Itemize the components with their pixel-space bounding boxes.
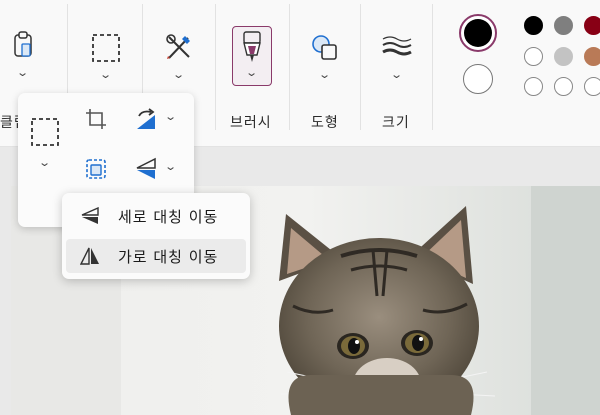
resize-icon xyxy=(86,159,106,179)
group-label-brushes: 브러시 xyxy=(230,115,272,131)
chevron-down-icon: ⌄ xyxy=(164,160,178,173)
menu-item-label: 가로 대칭 이동 xyxy=(118,247,219,266)
divider xyxy=(289,4,290,130)
selection-icon xyxy=(92,34,120,62)
chevron-down-icon: ⌄ xyxy=(318,68,332,81)
chevron-down-icon: ⌄ xyxy=(172,68,186,81)
chevron-down-icon: ⌄ xyxy=(38,156,52,169)
selection-button[interactable]: ⌄ xyxy=(89,33,123,80)
palette-swatch[interactable] xyxy=(584,16,600,35)
palette-swatch[interactable] xyxy=(584,47,600,66)
menu-item-label: 세로 대칭 이동 xyxy=(118,207,219,226)
menu-item-flip-horizontal[interactable]: 가로 대칭 이동 xyxy=(66,239,246,273)
chevron-down-icon: ⌄ xyxy=(16,66,30,79)
palette-swatch[interactable] xyxy=(524,77,543,96)
palette-swatch[interactable] xyxy=(584,77,600,96)
primary-color-swatch[interactable] xyxy=(459,14,497,52)
size-button[interactable]: ⌄ xyxy=(380,33,414,80)
selection-icon xyxy=(31,118,59,146)
crop-button[interactable] xyxy=(84,107,108,135)
crop-icon xyxy=(86,109,106,129)
palette-swatch[interactable] xyxy=(524,47,543,66)
tools-button[interactable]: ⌄ xyxy=(162,31,196,80)
menu-item-flip-vertical[interactable]: 세로 대칭 이동 xyxy=(66,199,246,233)
clipboard-button[interactable]: ⌄ xyxy=(8,30,38,78)
shapes-button[interactable]: ⌄ xyxy=(309,33,341,80)
shapes-icon xyxy=(312,35,337,60)
chevron-down-icon: ⌄ xyxy=(390,68,404,81)
palette-swatch[interactable] xyxy=(554,16,573,35)
divider xyxy=(432,4,433,130)
divider xyxy=(360,4,361,130)
chevron-down-icon: ⌄ xyxy=(99,68,113,81)
brush-icon xyxy=(243,31,261,62)
rotate-icon xyxy=(137,108,155,129)
flip-submenu: 세로 대칭 이동 가로 대칭 이동 xyxy=(62,193,250,279)
group-label-size: 크기 xyxy=(382,115,410,131)
palette-swatch[interactable] xyxy=(524,16,543,35)
palette-swatch[interactable] xyxy=(554,47,573,66)
secondary-color-swatch[interactable] xyxy=(463,64,493,94)
clipboard-icon xyxy=(14,31,32,57)
chevron-down-icon: ⌄ xyxy=(164,110,178,123)
tools-icon xyxy=(166,34,190,59)
flip-icon xyxy=(136,157,156,179)
select-button[interactable]: ⌄ xyxy=(30,117,64,173)
brushes-button[interactable]: ⌄ xyxy=(232,26,272,86)
palette-swatch[interactable] xyxy=(554,77,573,96)
chevron-down-icon: ⌄ xyxy=(245,66,259,79)
stroke-size-icon xyxy=(382,36,412,56)
group-label-shapes: 도형 xyxy=(311,115,339,131)
flip-vertical-icon xyxy=(80,207,102,225)
flip-horizontal-icon xyxy=(80,247,102,265)
rotate-button[interactable]: ⌄ xyxy=(134,107,180,133)
divider xyxy=(215,4,216,130)
resize-button[interactable] xyxy=(84,157,108,185)
flip-button[interactable]: ⌄ xyxy=(134,157,180,183)
